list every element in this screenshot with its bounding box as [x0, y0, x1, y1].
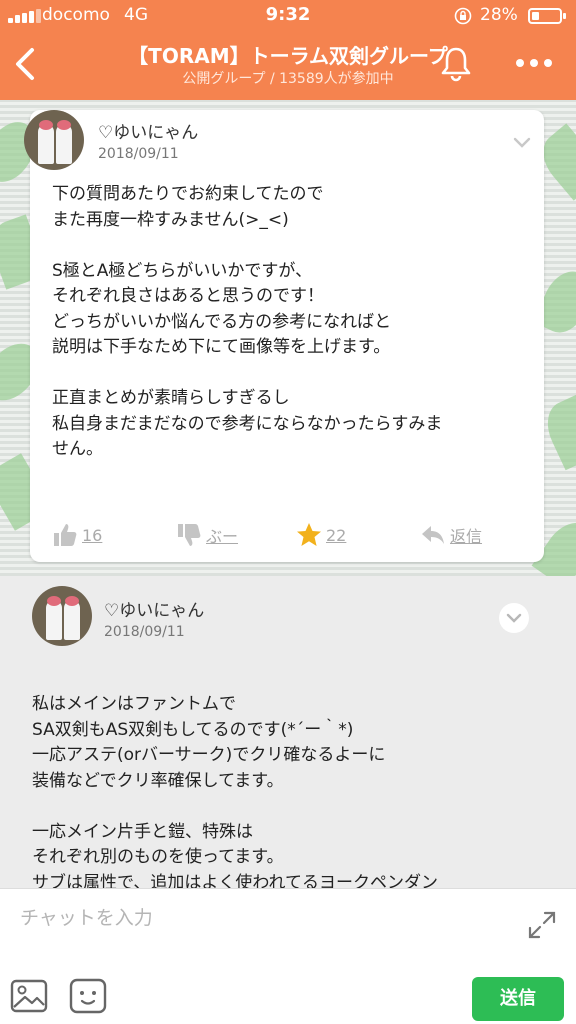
image-icon[interactable]: [10, 979, 48, 1013]
group-subtitle: 公開グループ / 13589人が参加中: [182, 71, 394, 87]
like-button[interactable]: 16: [52, 520, 102, 550]
boo-button[interactable]: ぶー: [176, 520, 238, 550]
reply-button[interactable]: 返信: [420, 520, 482, 550]
post-item: ♡ゆいにゃん 2018/09/11 私はメインはファントムで SA双剣もAS双剣…: [0, 576, 576, 888]
avatar[interactable]: [24, 110, 84, 170]
post-date: 2018/09/11: [98, 146, 179, 162]
emoji-icon[interactable]: [68, 977, 108, 1015]
star-button[interactable]: 22: [296, 520, 346, 550]
chat-input-bar: 送信: [0, 888, 576, 1024]
post-text: 下の質問あたりでお約束してたので また再度一枠すみません(>_<) S極とA極ど…: [52, 184, 443, 459]
thumbs-up-icon: [54, 524, 77, 546]
lock-rotation-icon: [454, 7, 472, 25]
star-icon: [297, 523, 321, 546]
group-title: 【TORAM】トーラム双剣グループ: [128, 44, 448, 68]
boo-label: ぶー: [206, 527, 239, 546]
author-name[interactable]: ♡ゆいにゃん: [98, 118, 198, 143]
send-button[interactable]: 送信: [472, 977, 564, 1021]
thumbs-down-icon: [178, 524, 201, 546]
reply-label: 返信: [450, 527, 483, 546]
battery-icon: [528, 8, 566, 24]
post-text: 私はメインはファントムで SA双剣もAS双剣もしてるのです(*´ー｀*) 一応ア…: [32, 694, 438, 888]
avatar[interactable]: [32, 586, 92, 646]
post-card: ♡ゆいにゃん 2018/09/11 下の質問あたりでお約束してたので また再度一…: [24, 110, 544, 562]
expand-icon[interactable]: [526, 909, 558, 941]
post-date: 2018/09/11: [104, 624, 185, 640]
battery-percent: 28%: [480, 5, 518, 25]
chevron-down-icon[interactable]: [498, 602, 530, 634]
more-icon[interactable]: [512, 50, 556, 76]
bell-icon[interactable]: [438, 44, 474, 82]
like-count: 16: [82, 525, 103, 545]
app-header: docomo 4G 9:32 28% 【TORAM】トーラム双剣グループ 公開グ…: [0, 0, 576, 100]
post-actions: 16 ぶー 22 返信: [30, 520, 544, 550]
reply-icon: [422, 526, 444, 544]
chat-input[interactable]: [20, 903, 500, 933]
status-bar: docomo 4G 9:32 28%: [0, 0, 576, 30]
chevron-down-icon[interactable]: [506, 126, 538, 158]
star-count: 22: [326, 525, 347, 545]
author-name[interactable]: ♡ゆいにゃん: [104, 596, 204, 621]
